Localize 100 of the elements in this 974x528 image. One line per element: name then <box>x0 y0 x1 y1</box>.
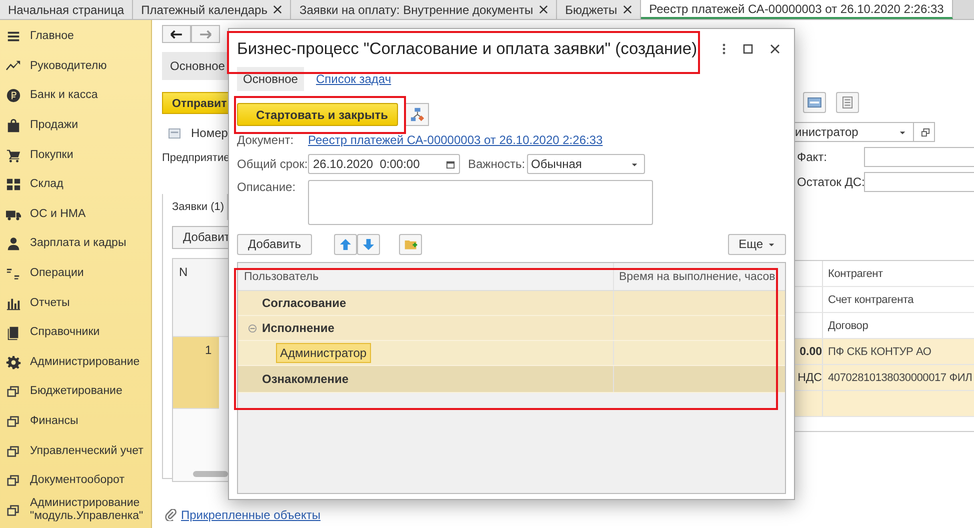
table-cell: 0.00 <box>795 339 823 364</box>
stage-label: Исполнение <box>262 321 334 335</box>
attachments-link[interactable]: Прикрепленные объекты <box>181 508 320 522</box>
windows-icon <box>6 414 21 430</box>
calendar-icon[interactable] <box>446 160 455 168</box>
more-button[interactable]: Еще <box>728 234 786 254</box>
stage-label: Ознакомление <box>262 372 349 386</box>
sidebar-item[interactable]: Администрирование "модуль.Управленка" <box>0 496 151 526</box>
add-group-button[interactable] <box>399 234 422 254</box>
column-header: Время на выполнение, часов <box>618 270 776 284</box>
document-tab[interactable]: Заявки на оплату: Внутренние документы <box>291 0 558 19</box>
column-header: Договор <box>827 318 870 334</box>
field-label: Остаток ДС: <box>796 175 864 189</box>
field-label: Важность: <box>468 157 526 171</box>
left-arrow-icon <box>170 30 183 38</box>
open-icon[interactable] <box>921 128 930 136</box>
sidebar-item[interactable]: ОС и НМА <box>0 200 151 230</box>
document-tab[interactable]: Платежный календарь <box>133 0 292 19</box>
form-tab[interactable]: Основное <box>237 67 304 91</box>
sidebar-item[interactable]: Документооборот <box>0 466 151 496</box>
back-button[interactable] <box>162 25 191 43</box>
sidebar-item[interactable]: Продажи <box>0 110 151 140</box>
field-label: Номер <box>191 126 228 140</box>
sidebar-item[interactable]: Зарплата и кадры <box>0 229 151 259</box>
sidebar-item[interactable]: Операции <box>0 258 151 288</box>
list-button[interactable] <box>836 92 859 113</box>
sidebar-item[interactable]: Склад <box>0 170 151 200</box>
column-header: N <box>178 264 188 279</box>
author-field[interactable]: инистратор <box>795 122 935 142</box>
description-field[interactable] <box>308 180 653 225</box>
table-row[interactable]: 1 <box>173 337 219 409</box>
table-row[interactable]: Администратор <box>238 341 785 366</box>
document-tab[interactable]: Реестр платежей СА-00000003 от 26.10.2020 2:26:33 <box>641 0 953 19</box>
close-icon[interactable] <box>539 5 548 14</box>
sidebar-item[interactable]: Управленческий учет <box>0 436 151 466</box>
up-arrow-icon <box>340 238 352 250</box>
sidebar-item[interactable]: Отчеты <box>0 288 151 318</box>
scrollbar[interactable] <box>193 471 228 477</box>
move-up-button[interactable] <box>334 234 358 254</box>
field-label: Описание: <box>237 180 297 194</box>
card-button[interactable] <box>803 92 826 113</box>
dropdown-icon <box>768 240 775 248</box>
sidebar-item[interactable]: Бюджетирование <box>0 377 151 407</box>
date-field[interactable]: 26.10.2020 0:00:00 <box>308 154 460 174</box>
more-icon[interactable] <box>722 43 726 55</box>
send-button[interactable]: Отправит <box>162 92 228 114</box>
sidebar-item[interactable]: Главное <box>0 22 151 52</box>
table-cell-text: 40702810138030000017 ФИЛ <box>827 370 974 386</box>
cart-icon <box>6 148 21 163</box>
section-tab[interactable]: Заявки (1) <box>162 194 228 220</box>
form-tab[interactable]: Основное <box>162 52 228 80</box>
sidebar-item[interactable]: Администрирование <box>0 348 151 378</box>
down-arrow-icon <box>363 238 374 250</box>
table-row[interactable]: 0.00 ПФ СКБ КОНТУР АО НДС 40702810138030000017 ФИЛ <box>795 339 974 417</box>
sidebar-item[interactable]: Банк и касса <box>0 81 151 111</box>
collapse-icon[interactable] <box>248 324 257 332</box>
column-header: Пользователь <box>238 263 614 290</box>
close-icon[interactable] <box>770 44 780 54</box>
stage-label: Согласование <box>262 296 346 310</box>
sidebar-item[interactable]: Финансы <box>0 406 151 436</box>
column-header: Контрагент <box>827 266 884 282</box>
window-title: Бизнес-процесс "Согласование и оплата заявки" (создание) <box>237 40 698 58</box>
dropdown-icon[interactable] <box>899 128 906 136</box>
right-arrow-icon <box>199 30 212 38</box>
add-button[interactable]: Добавит <box>172 226 228 249</box>
add-button[interactable]: Добавить <box>237 234 312 254</box>
move-down-button[interactable] <box>357 234 380 254</box>
windows-icon <box>6 384 21 400</box>
books-icon <box>6 325 21 340</box>
maximize-icon[interactable] <box>743 44 753 54</box>
windows-icon <box>6 502 21 518</box>
column-header: Счет контрагента <box>827 292 915 308</box>
close-icon[interactable] <box>623 5 632 14</box>
flowchart-button[interactable] <box>405 103 429 126</box>
close-icon[interactable] <box>273 5 282 14</box>
user-cell[interactable]: Администратор <box>276 343 371 363</box>
paperclip-icon <box>165 509 177 521</box>
document-tab[interactable]: Бюджеты <box>557 0 642 19</box>
form-tab[interactable]: Список задач <box>310 67 398 91</box>
sidebar-item[interactable]: Справочники <box>0 318 151 348</box>
sidebar-item[interactable]: Покупки <box>0 140 151 170</box>
field-label: Документ: <box>237 133 295 147</box>
coin-icon <box>6 88 21 104</box>
sidebar-item[interactable]: Руководителю <box>0 52 151 82</box>
person-icon <box>6 236 21 252</box>
table-row[interactable]: Согласование <box>238 291 785 316</box>
dropdown-icon[interactable] <box>631 160 638 168</box>
start-button[interactable]: Стартовать и закрыть <box>237 103 398 126</box>
table-row[interactable]: Исполнение <box>238 316 785 341</box>
table-cell-text: ПФ СКБ КОНТУР АО <box>827 344 932 360</box>
table-cell: НДС <box>795 365 823 390</box>
document-link[interactable]: Реестр платежей СА-00000003 от 26.10.2020 2:26:33 <box>308 133 603 147</box>
card-icon <box>807 97 822 108</box>
importance-select[interactable]: Обычная <box>527 154 645 174</box>
document-tab[interactable]: Начальная страница <box>0 0 134 19</box>
field-label: Предприятие <box>162 152 228 164</box>
grid-icon <box>6 177 21 192</box>
windows-icon <box>6 444 21 459</box>
table-row[interactable]: Ознакомление <box>238 366 785 393</box>
flowchart-icon <box>410 107 424 122</box>
